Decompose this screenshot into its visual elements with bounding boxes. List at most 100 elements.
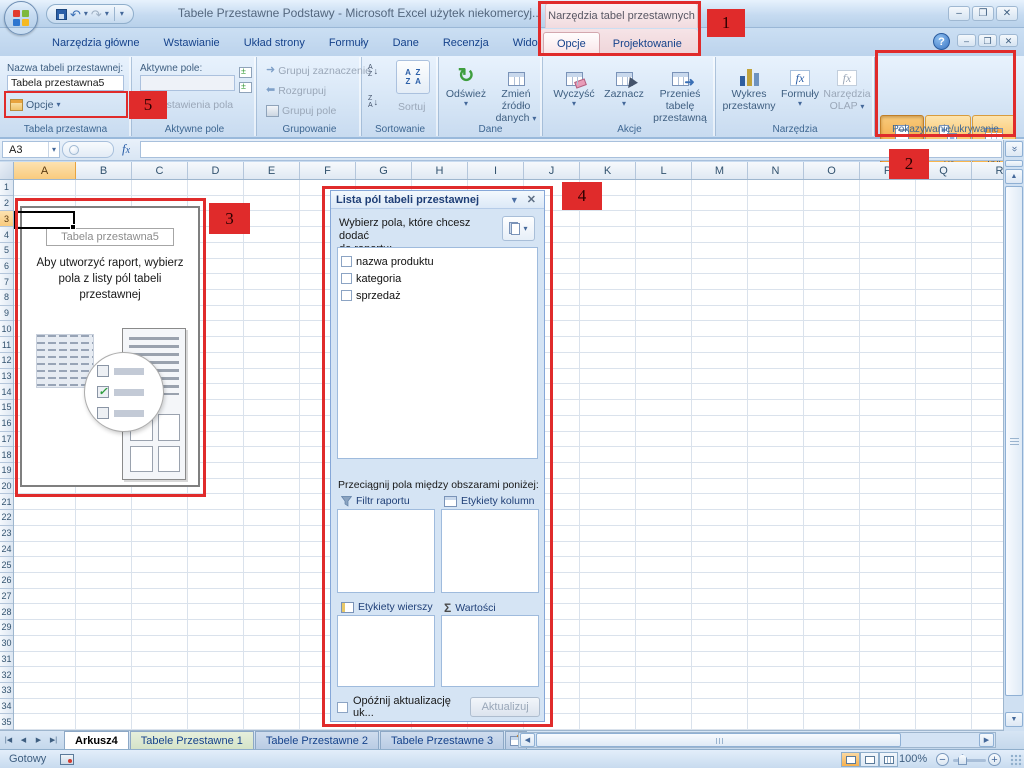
cell-M15[interactable] bbox=[692, 400, 748, 415]
cell-C21[interactable] bbox=[132, 494, 188, 509]
previous-sheet-icon[interactable]: ◀ bbox=[17, 734, 30, 747]
cell-N15[interactable] bbox=[748, 400, 804, 415]
cell-O15[interactable] bbox=[804, 400, 860, 415]
office-button[interactable] bbox=[4, 1, 38, 35]
cell-Q33[interactable] bbox=[916, 683, 972, 698]
defer-layout-update[interactable]: Opóźnij aktualizację uk... bbox=[337, 695, 470, 719]
cell-N33[interactable] bbox=[748, 683, 804, 698]
cell-D35[interactable] bbox=[188, 714, 244, 729]
redo-icon[interactable]: ↷ bbox=[91, 8, 102, 21]
cell-O29[interactable] bbox=[804, 620, 860, 635]
cell-D22[interactable] bbox=[188, 510, 244, 525]
cell-C31[interactable] bbox=[132, 652, 188, 667]
cell-N26[interactable] bbox=[748, 573, 804, 588]
zoom-out-icon[interactable]: − bbox=[936, 753, 949, 766]
cell-B27[interactable] bbox=[76, 589, 132, 604]
cell-M12[interactable] bbox=[692, 353, 748, 368]
column-header-G[interactable]: G bbox=[356, 162, 412, 179]
cell-K27[interactable] bbox=[580, 589, 636, 604]
name-box-dropdown-icon[interactable]: ▾ bbox=[48, 142, 59, 157]
cell-R29[interactable] bbox=[972, 620, 1003, 635]
cell-L13[interactable] bbox=[636, 369, 692, 384]
cell-C33[interactable] bbox=[132, 683, 188, 698]
cell-R23[interactable] bbox=[972, 526, 1003, 541]
ungroup-button[interactable]: ⬅ Rozgrupuj bbox=[263, 81, 329, 100]
tab-formuly[interactable]: Formuły bbox=[317, 31, 381, 56]
next-sheet-icon[interactable]: ▶ bbox=[32, 734, 45, 747]
group-field-button[interactable]: Grupuj pole bbox=[263, 101, 339, 120]
cell-P31[interactable] bbox=[860, 652, 916, 667]
first-sheet-icon[interactable]: |◀ bbox=[2, 734, 15, 747]
group-selection-button[interactable]: ➜ Grupuj zaznaczenie bbox=[263, 61, 374, 80]
row-header-3[interactable]: 3 bbox=[0, 211, 13, 227]
cell-R10[interactable] bbox=[972, 321, 1003, 336]
cell-L22[interactable] bbox=[636, 510, 692, 525]
cell-R33[interactable] bbox=[972, 683, 1003, 698]
cell-E12[interactable] bbox=[244, 353, 300, 368]
scrollbar-split-handle[interactable] bbox=[1005, 160, 1023, 167]
redo-dropdown-icon[interactable]: ▾ bbox=[105, 10, 109, 18]
close-button[interactable]: ✕ bbox=[996, 6, 1018, 21]
cell-E30[interactable] bbox=[244, 636, 300, 651]
cell-Q28[interactable] bbox=[916, 604, 972, 619]
cell-A29[interactable] bbox=[14, 620, 76, 635]
cell-M33[interactable] bbox=[692, 683, 748, 698]
cell-E16[interactable] bbox=[244, 416, 300, 431]
cell-O21[interactable] bbox=[804, 494, 860, 509]
scroll-right-icon[interactable]: ▶ bbox=[979, 733, 994, 747]
cell-A23[interactable] bbox=[14, 526, 76, 541]
cell-A33[interactable] bbox=[14, 683, 76, 698]
cell-K30[interactable] bbox=[580, 636, 636, 651]
cell-B1[interactable] bbox=[76, 180, 132, 195]
horizontal-scrollbar[interactable]: ◀ ▶ bbox=[518, 732, 996, 748]
cell-L9[interactable] bbox=[636, 306, 692, 321]
cell-P28[interactable] bbox=[860, 604, 916, 619]
column-header-B[interactable]: B bbox=[76, 162, 132, 179]
help-icon[interactable]: ? bbox=[933, 33, 950, 50]
cell-K16[interactable] bbox=[580, 416, 636, 431]
cell-K26[interactable] bbox=[580, 573, 636, 588]
cell-P13[interactable] bbox=[860, 369, 916, 384]
cell-L34[interactable] bbox=[636, 699, 692, 714]
cell-M26[interactable] bbox=[692, 573, 748, 588]
row-header-21[interactable]: 21 bbox=[0, 494, 13, 510]
row-header-28[interactable]: 28 bbox=[0, 604, 13, 620]
change-data-source-button[interactable]: Zmień źródło danych ▾ bbox=[491, 60, 541, 124]
cell-N20[interactable] bbox=[748, 479, 804, 494]
column-labels-area[interactable] bbox=[441, 509, 539, 593]
cell-M27[interactable] bbox=[692, 589, 748, 604]
row-header-4[interactable]: 4 bbox=[0, 227, 13, 243]
cell-P18[interactable] bbox=[860, 447, 916, 462]
cell-K23[interactable] bbox=[580, 526, 636, 541]
cell-K17[interactable] bbox=[580, 432, 636, 447]
cell-C26[interactable] bbox=[132, 573, 188, 588]
cell-E4[interactable] bbox=[244, 227, 300, 242]
cell-N13[interactable] bbox=[748, 369, 804, 384]
row-header-23[interactable]: 23 bbox=[0, 526, 13, 542]
cell-O24[interactable] bbox=[804, 542, 860, 557]
cell-M25[interactable] bbox=[692, 557, 748, 572]
cell-O3[interactable] bbox=[804, 211, 860, 226]
cell-Q24[interactable] bbox=[916, 542, 972, 557]
cell-P17[interactable] bbox=[860, 432, 916, 447]
row-header-10[interactable]: 10 bbox=[0, 321, 13, 337]
horizontal-scroll-thumb[interactable] bbox=[536, 733, 901, 747]
cell-K29[interactable] bbox=[580, 620, 636, 635]
cell-M20[interactable] bbox=[692, 479, 748, 494]
cell-L24[interactable] bbox=[636, 542, 692, 557]
zoom-slider-track[interactable] bbox=[953, 759, 986, 762]
cell-R4[interactable] bbox=[972, 227, 1003, 242]
cell-M30[interactable] bbox=[692, 636, 748, 651]
cell-C29[interactable] bbox=[132, 620, 188, 635]
cell-B21[interactable] bbox=[76, 494, 132, 509]
cell-P10[interactable] bbox=[860, 321, 916, 336]
pane-close-icon[interactable]: ✕ bbox=[524, 193, 539, 206]
sheet-tab-tabele-przestawne-2[interactable]: Tabele Przestawne 2 bbox=[255, 731, 379, 749]
cell-E2[interactable] bbox=[244, 196, 300, 211]
cell-R24[interactable] bbox=[972, 542, 1003, 557]
restore-button[interactable]: ❐ bbox=[972, 6, 994, 21]
column-header-O[interactable]: O bbox=[804, 162, 860, 179]
cell-N29[interactable] bbox=[748, 620, 804, 635]
cell-A22[interactable] bbox=[14, 510, 76, 525]
cell-K34[interactable] bbox=[580, 699, 636, 714]
